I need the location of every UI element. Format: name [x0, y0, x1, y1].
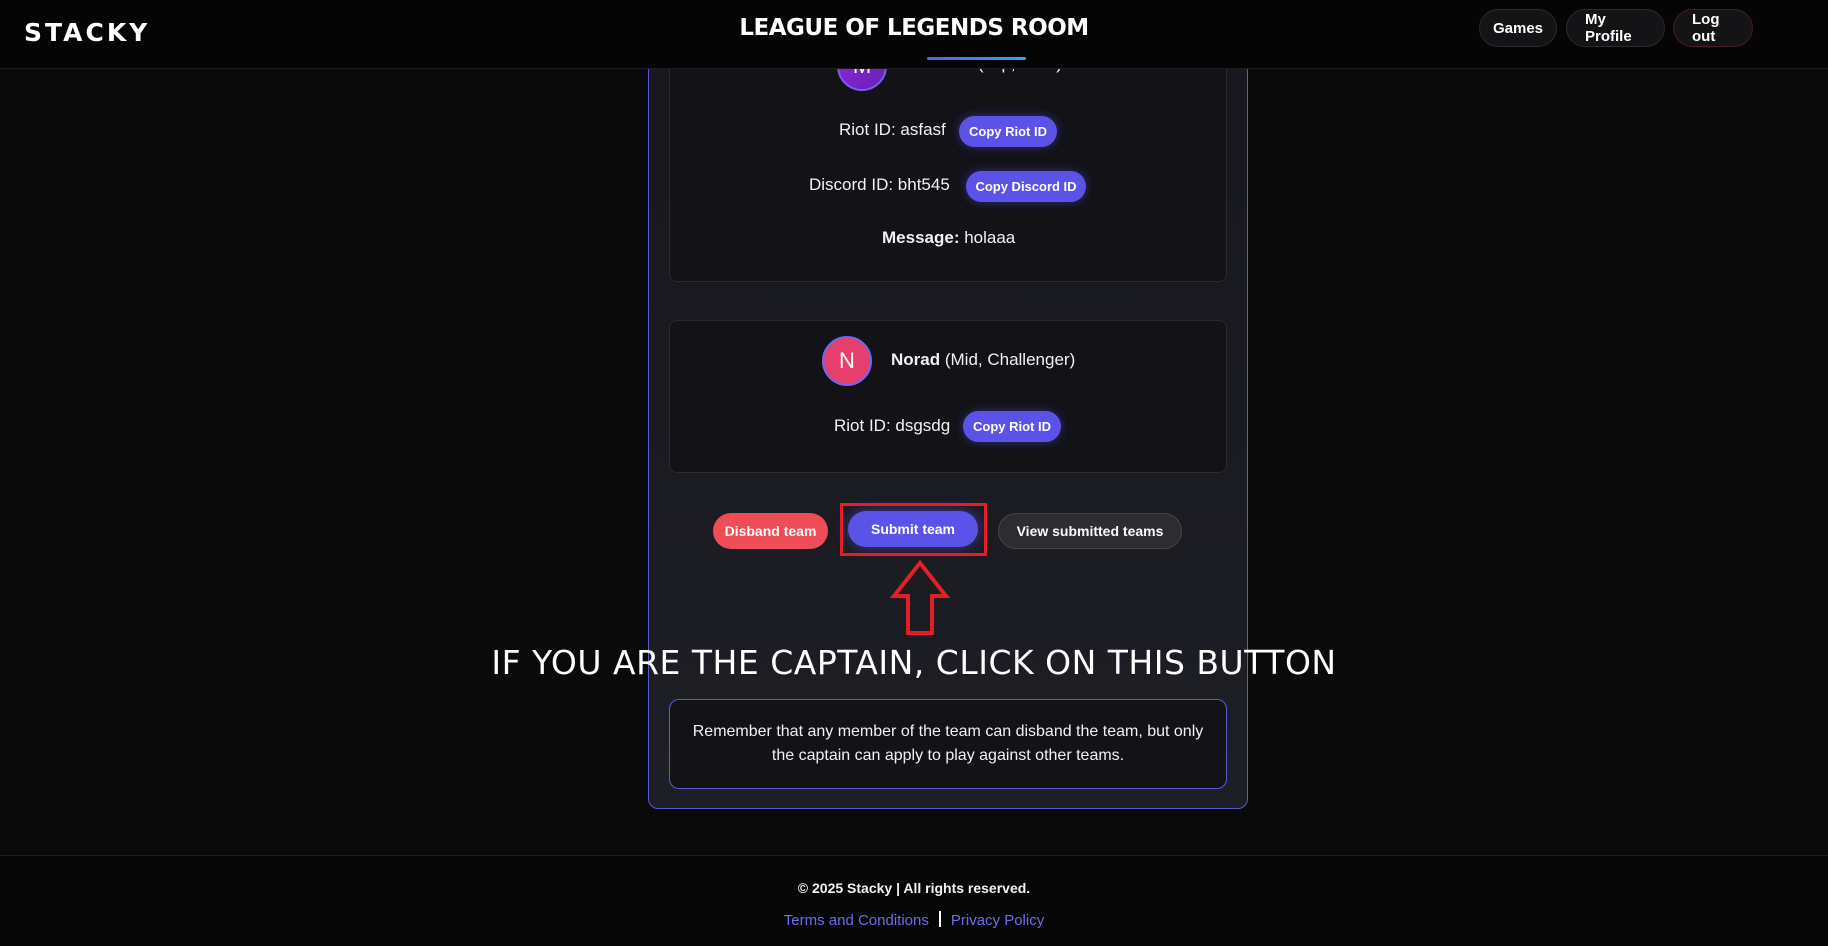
player-avatar: N	[822, 336, 872, 386]
copyright-text: © 2025 Stacky | All rights reserved.	[797, 880, 1031, 896]
player-message: Message: holaaa	[882, 228, 1015, 248]
top-header: STACKY LEAGUE OF LEGENDS ROOM Games My P…	[0, 0, 1828, 69]
riot-id-text: Riot ID: dsgsdg	[834, 416, 951, 435]
terms-link[interactable]: Terms and Conditions	[784, 912, 929, 929]
player-details: (Mid, Challenger)	[940, 350, 1076, 369]
avatar-letter: N	[839, 348, 855, 373]
message-label: Message:	[882, 228, 960, 247]
disband-team-button[interactable]: Disband team	[713, 513, 828, 549]
view-submitted-teams-button[interactable]: View submitted teams	[998, 513, 1182, 549]
arrow-up-icon	[890, 560, 950, 635]
footer-separator	[938, 911, 941, 927]
footer: © 2025 Stacky | All rights reserved. Ter…	[0, 855, 1828, 946]
nav-my-profile-button[interactable]: My Profile	[1566, 9, 1665, 47]
message-text: holaaa	[959, 228, 1016, 247]
reminder-notice: Remember that any member of the team can…	[669, 699, 1227, 789]
player-name-text: Norad	[891, 350, 941, 369]
captain-instruction: IF YOU ARE THE CAPTAIN, CLICK ON THIS BU…	[491, 643, 1337, 682]
copy-discord-id-button[interactable]: Copy Discord ID	[966, 171, 1086, 202]
copy-riot-id-button[interactable]: Copy Riot ID	[963, 411, 1061, 442]
logout-button[interactable]: Log out	[1673, 9, 1753, 47]
footer-links: Terms and Conditions Privacy Policy	[0, 911, 1828, 929]
copy-riot-id-button[interactable]: Copy Riot ID	[959, 116, 1057, 147]
discord-id-text: Discord ID: bht545	[809, 175, 950, 194]
riot-id-text: Riot ID: asfasf	[839, 120, 946, 139]
nav-games-button[interactable]: Games	[1479, 9, 1557, 47]
annotation-highlight-box	[840, 503, 987, 556]
player-card	[669, 320, 1227, 473]
title-underline	[927, 57, 1026, 60]
player-name: Norad (Mid, Challenger)	[891, 350, 1075, 370]
privacy-link[interactable]: Privacy Policy	[951, 912, 1044, 929]
